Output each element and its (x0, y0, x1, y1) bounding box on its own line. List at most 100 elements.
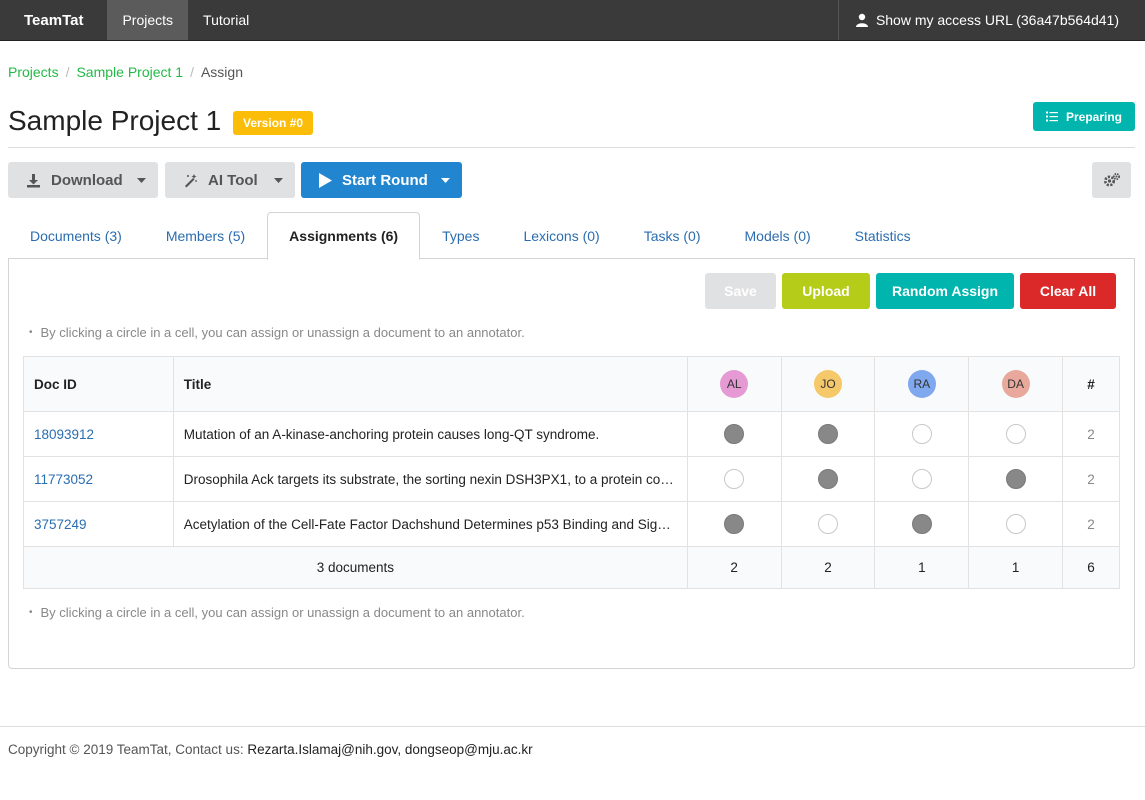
table-row: 18093912 Mutation of an A-kinase-anchorin… (23, 411, 1120, 457)
assignment-cell (686, 456, 782, 502)
assignment-cell (874, 501, 970, 547)
list-icon (1045, 111, 1058, 122)
unassigned-circle[interactable] (817, 514, 838, 534)
download-label: Download (51, 171, 123, 189)
table-row: 3757249 Acetylation of the Cell-Fate Fact… (23, 501, 1120, 547)
assigned-circle[interactable] (1005, 469, 1026, 489)
start-round-label: Start Round (342, 171, 428, 189)
breadcrumb-separator: / (65, 64, 70, 80)
settings-button[interactable] (1092, 162, 1131, 198)
assigned-circle[interactable] (817, 469, 838, 489)
assignment-cell (686, 501, 782, 547)
tab-models[interactable]: Models (0) (723, 212, 833, 259)
breadcrumb-sample-project[interactable]: Sample Project 1 (76, 64, 183, 80)
avatar: RA (907, 370, 936, 398)
tab-tasks[interactable]: Tasks (0) (622, 212, 723, 259)
assigned-circle[interactable] (724, 514, 745, 534)
access-url-button[interactable]: Show my access URL (36a47b564d41) (837, 0, 1145, 40)
doc-title: Drosophila Ack targets its substrate, th… (172, 456, 688, 502)
caret-down-icon (262, 177, 283, 183)
status-button[interactable]: Preparing (1033, 102, 1135, 131)
table-footer-row: 3 documents 2 2 1 1 6 (23, 546, 1120, 589)
doc-id-link[interactable]: 11773052 (23, 456, 174, 502)
status-label: Preparing (1065, 109, 1122, 124)
bullet-icon: • (29, 607, 33, 618)
col-header-annotator: RA (874, 356, 970, 412)
caret-down-icon (429, 177, 450, 183)
header-divider (8, 147, 1135, 148)
unassigned-circle[interactable] (1005, 514, 1026, 534)
magic-wand-icon (183, 173, 198, 188)
assigned-circle[interactable] (817, 424, 838, 444)
doc-title: Mutation of an A-kinase-anchoring protei… (172, 411, 688, 457)
access-url-label: Show my access URL (36a47b564d41) (875, 12, 1119, 28)
col-header-annotator: DA (968, 356, 1064, 412)
row-count: 2 (1062, 501, 1120, 547)
contact-emails[interactable]: Rezarta.Islamaj@nih.gov, dongseop@mju.ac… (247, 742, 532, 757)
tab-documents[interactable]: Documents (3) (8, 212, 144, 259)
breadcrumb-projects[interactable]: Projects (8, 64, 59, 80)
tab-members[interactable]: Members (5) (144, 212, 267, 259)
col-header-docid[interactable]: Doc ID (23, 356, 174, 412)
download-button[interactable]: Download (8, 162, 158, 198)
breadcrumb: Projects / Sample Project 1 / Assign (8, 64, 243, 80)
table-header-row: Doc ID Title AL JO RA DA # (23, 356, 1120, 412)
nav-item-tutorial[interactable]: Tutorial (188, 0, 264, 40)
row-count: 2 (1062, 411, 1120, 457)
upload-button[interactable]: Upload (782, 273, 870, 309)
play-icon (319, 172, 332, 188)
assignment-cell (874, 456, 970, 502)
hint-label: By clicking a circle in a cell, you can … (40, 605, 525, 620)
breadcrumb-separator: / (190, 64, 194, 80)
hint-text-bottom: • By clicking a circle in a cell, you ca… (29, 605, 525, 620)
unassigned-circle[interactable] (911, 424, 932, 444)
hint-text: • By clicking a circle in a cell, you ca… (29, 325, 525, 340)
assignment-cell (780, 501, 876, 547)
page-footer: Copyright © 2019 TeamTat, Contact us: Re… (8, 742, 533, 757)
unassigned-circle[interactable] (911, 469, 932, 489)
tab-statistics[interactable]: Statistics (833, 212, 933, 259)
footer-annotator-total: 2 (686, 546, 782, 589)
assignment-cell (780, 411, 876, 457)
brand-logo[interactable]: TeamTat (0, 0, 107, 40)
row-count: 2 (1062, 456, 1120, 502)
clear-all-button[interactable]: Clear All (1020, 273, 1116, 309)
tab-lexicons[interactable]: Lexicons (0) (501, 212, 621, 259)
avatar: DA (1001, 370, 1030, 398)
doc-id-link[interactable]: 18093912 (23, 411, 174, 457)
doc-title: Acetylation of the Cell-Fate Factor Dach… (172, 501, 688, 547)
caret-down-icon (125, 177, 146, 183)
col-header-count: # (1062, 356, 1120, 412)
assignment-cell (968, 456, 1064, 502)
assignment-cell (780, 456, 876, 502)
nav-item-projects[interactable]: Projects (107, 0, 189, 40)
save-button[interactable]: Save (705, 273, 776, 309)
bullet-icon: • (29, 327, 33, 338)
assignment-cell (686, 411, 782, 457)
page-title: Sample Project 1 (8, 105, 222, 136)
doc-id-link[interactable]: 3757249 (23, 501, 174, 547)
footer-annotator-total: 1 (874, 546, 970, 589)
assignment-table: Doc ID Title AL JO RA DA # 18093912 Mutat… (23, 356, 1120, 589)
top-navbar: TeamTat Projects Tutorial Show my access… (0, 0, 1145, 41)
tab-bar: Documents (3) Members (5) Assignments (6… (8, 212, 1135, 260)
user-icon (855, 13, 869, 27)
download-icon (26, 173, 41, 188)
tab-assignments[interactable]: Assignments (6) (267, 212, 421, 260)
ai-tool-label: AI Tool (208, 171, 258, 189)
col-header-annotator: JO (780, 356, 876, 412)
unassigned-circle[interactable] (724, 469, 745, 489)
unassigned-circle[interactable] (1005, 424, 1026, 444)
assigned-circle[interactable] (911, 514, 932, 534)
tab-types[interactable]: Types (420, 212, 501, 259)
footer-grand-total: 6 (1062, 546, 1120, 589)
random-assign-button[interactable]: Random Assign (876, 273, 1014, 309)
assignment-cell (874, 411, 970, 457)
gears-icon (1103, 172, 1121, 188)
ai-tool-button[interactable]: AI Tool (165, 162, 295, 198)
start-round-button[interactable]: Start Round (301, 162, 462, 198)
col-header-title[interactable]: Title (172, 356, 688, 412)
breadcrumb-current: Assign (200, 64, 243, 80)
assigned-circle[interactable] (724, 424, 745, 444)
